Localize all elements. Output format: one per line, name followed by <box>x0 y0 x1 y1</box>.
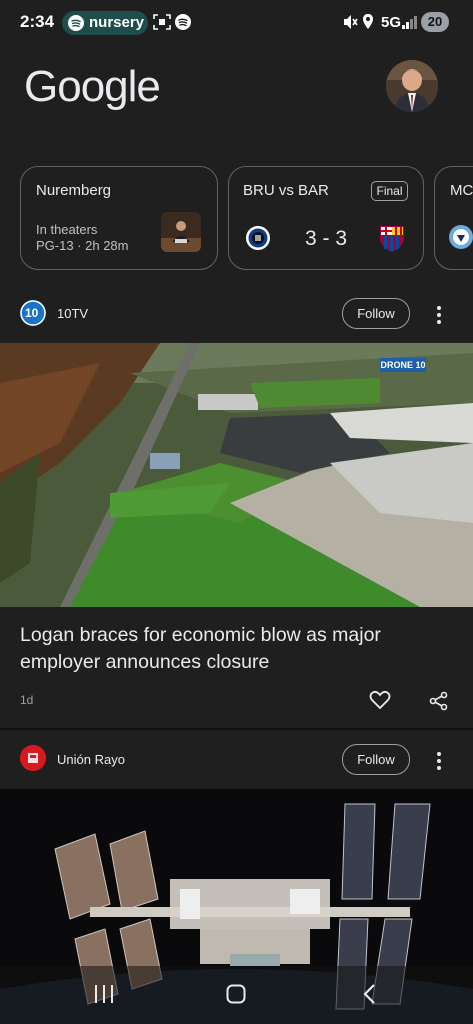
feed-divider <box>0 728 473 730</box>
spotify-pill-label: nursery <box>89 14 145 31</box>
union-rayo-logo <box>20 745 46 771</box>
location-icon <box>362 13 374 36</box>
back-icon[interactable] <box>362 984 376 1009</box>
movie-title: Nuremberg <box>36 182 112 199</box>
heart-icon[interactable] <box>369 690 391 715</box>
network-type: 5G <box>381 14 402 31</box>
screenshot-icon <box>153 14 171 35</box>
share-icon[interactable] <box>429 691 449 716</box>
article-image[interactable] <box>0 343 473 607</box>
match-title: BRU vs BAR <box>243 182 329 199</box>
final-badge: Final <box>371 181 408 201</box>
recents-icon[interactable] <box>94 985 114 1008</box>
mute-icon <box>342 13 358 36</box>
manchester-city-crest-icon <box>448 223 473 256</box>
movie-rating: PG-13 · 2h 28m <box>36 238 129 253</box>
signal-icon <box>402 15 418 34</box>
svg-text:10: 10 <box>25 306 39 320</box>
fc-barcelona-crest-icon <box>379 223 405 258</box>
partial-card-title: MC <box>450 182 473 199</box>
more-icon[interactable] <box>436 306 442 327</box>
spotify-icon <box>68 15 84 31</box>
match-score: 3 - 3 <box>305 227 348 250</box>
club-brugge-crest-icon <box>245 224 271 257</box>
movie-thumbnail <box>161 212 201 252</box>
article-headline[interactable]: Logan braces for economic blow as major … <box>20 622 450 676</box>
drone-10-badge: DRONE 10 <box>380 358 426 372</box>
movie-status: In theaters <box>36 222 98 237</box>
follow-button[interactable]: Follow <box>342 298 410 329</box>
home-icon[interactable] <box>226 984 246 1009</box>
source-name[interactable]: 10TV <box>57 306 88 321</box>
more-icon[interactable] <box>436 752 442 773</box>
source-name[interactable]: Unión Rayo <box>57 752 125 767</box>
status-time: 2:34 <box>20 12 55 31</box>
follow-button[interactable]: Follow <box>342 744 410 775</box>
battery-indicator: 20 <box>421 12 449 32</box>
account-avatar[interactable] <box>386 60 438 112</box>
google-logo: Google <box>24 62 161 111</box>
spotify-icon <box>175 14 191 30</box>
status-bar: 2:34 nursery 5G 20 <box>0 0 473 44</box>
10tv-logo: 10 <box>20 300 46 326</box>
article-age: 1d <box>20 693 34 707</box>
